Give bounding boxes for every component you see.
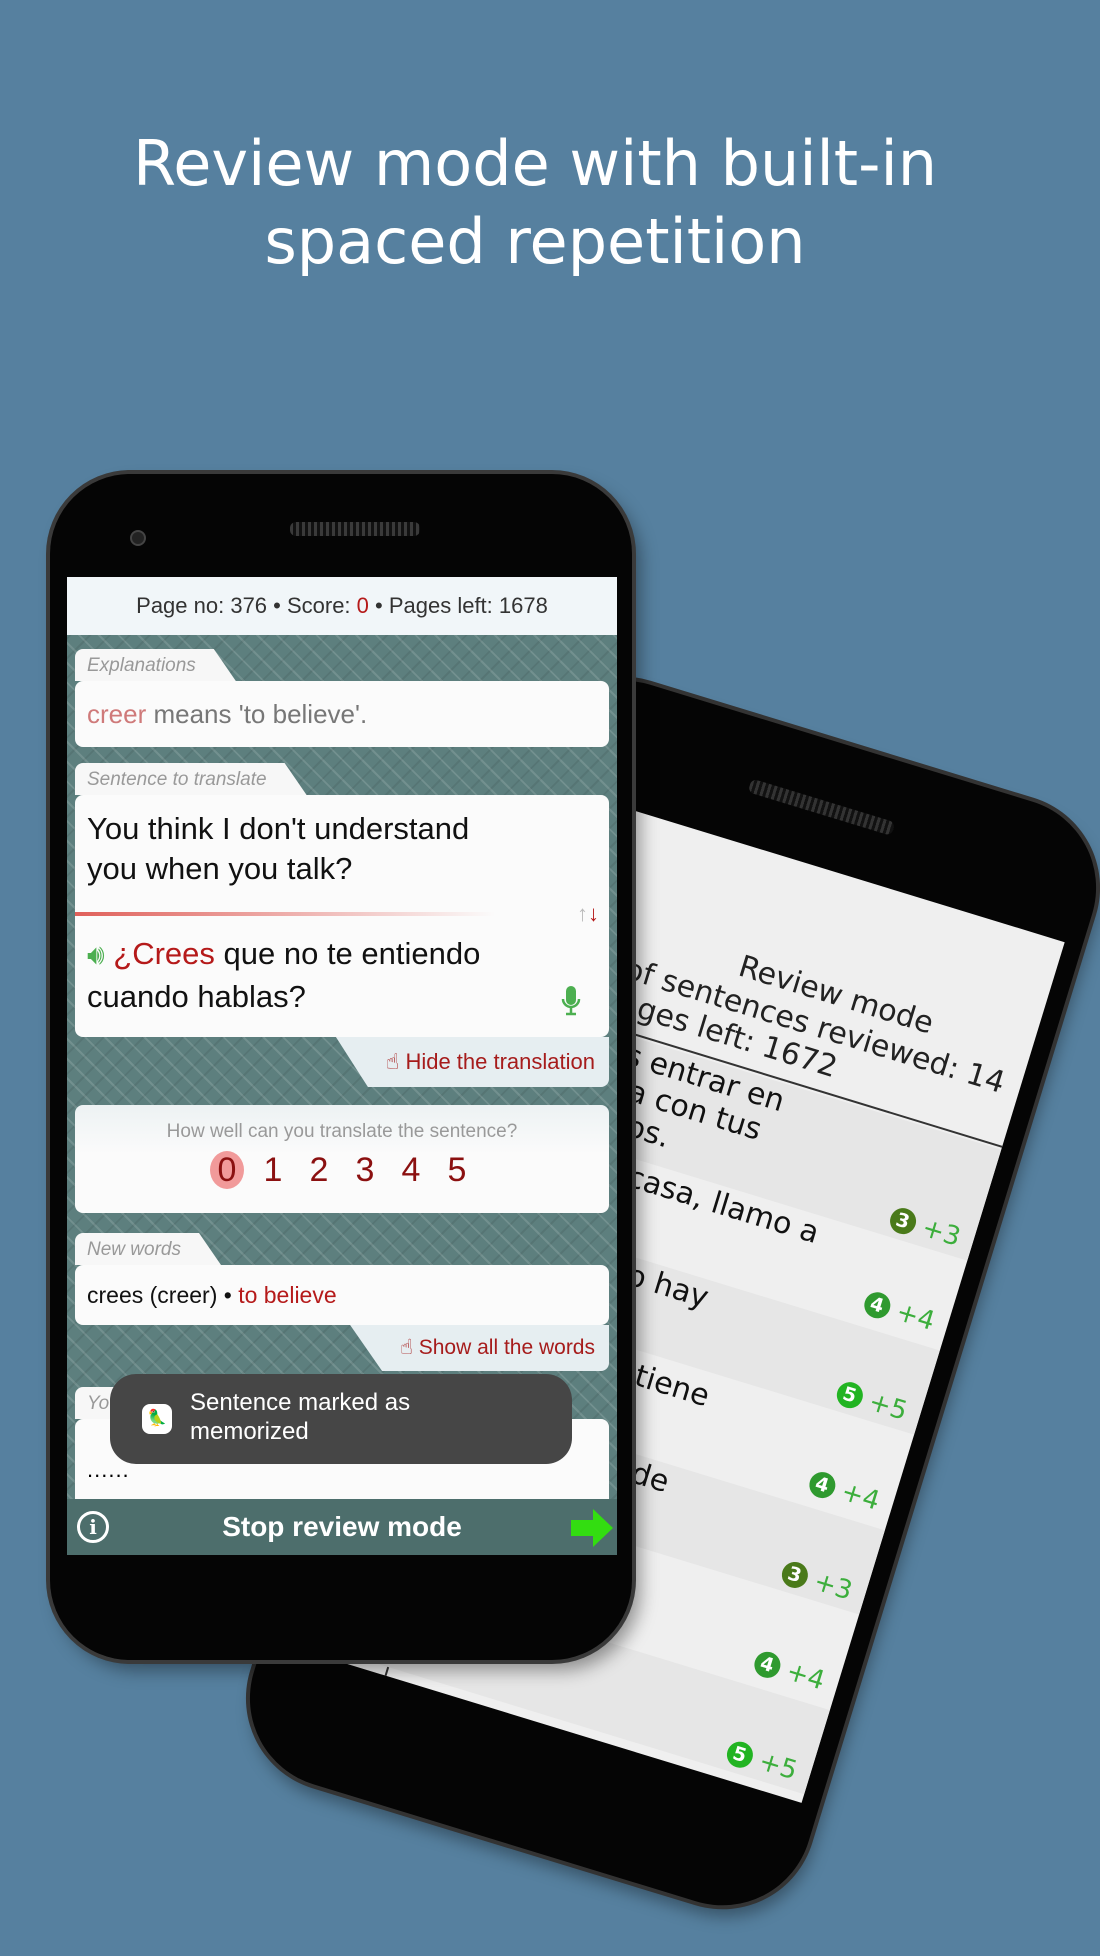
highlighted-word: ¿Crees: [113, 936, 215, 971]
bottom-bar: i Stop review mode: [67, 1499, 617, 1555]
hide-translation-label: Hide the translation: [405, 1049, 595, 1074]
new-word: crees (creer) •: [87, 1282, 239, 1308]
score-badge: 5: [833, 1378, 866, 1412]
sentence-card: You think I don't understand you when yo…: [75, 795, 609, 1037]
score-badge: 3: [778, 1558, 811, 1592]
headline-line-1: Review mode with built-in: [132, 127, 937, 200]
rating-option-0[interactable]: 0: [210, 1151, 244, 1189]
rating-question: How well can you translate the sentence?: [166, 1121, 518, 1142]
page-number: Page no: 376 • Score:: [136, 593, 357, 618]
explained-word: creer: [87, 699, 147, 729]
hand-pointer-icon: ☝︎: [385, 1049, 400, 1074]
english-sentence: You think I don't understand you when yo…: [87, 811, 470, 886]
score-value: 0: [356, 593, 369, 618]
sentence-tab: Sentence to translate: [75, 763, 307, 795]
headline: Review mode with built-in spaced repetit…: [0, 125, 1070, 281]
headline-line-2: spaced repetition: [264, 205, 806, 278]
pages-left: • Pages left: 1678: [368, 593, 548, 618]
points-earned: +5: [865, 1386, 911, 1427]
new-words-tab: New words: [75, 1233, 221, 1265]
camera: [130, 530, 146, 546]
speaker-grille: [290, 522, 420, 536]
new-word-meaning: to believe: [238, 1282, 337, 1308]
show-all-words-label: Show all the words: [418, 1336, 595, 1359]
score-badge: 4: [750, 1648, 784, 1681]
divider-line: [75, 912, 495, 916]
rating-option-1[interactable]: 1: [256, 1151, 290, 1189]
explanations-card: creer means 'to believe'.: [75, 681, 609, 747]
speaker-grille: [747, 778, 896, 836]
toast-notification: 🦜 Sentence marked as memorized: [110, 1374, 572, 1464]
score-badge: 4: [805, 1468, 839, 1502]
rating-option-3[interactable]: 3: [348, 1151, 382, 1189]
explanation-text: means 'to believe'.: [146, 699, 368, 729]
swap-arrows-icon[interactable]: ↑↓: [577, 901, 599, 927]
next-arrow-icon[interactable]: [571, 1509, 613, 1547]
score-badge: 4: [860, 1288, 894, 1322]
explanations-tab: Explanations: [75, 649, 236, 681]
points-earned: +3: [810, 1566, 856, 1607]
app-icon: 🦜: [142, 1404, 172, 1434]
score-badge: 3: [886, 1204, 919, 1238]
info-icon[interactable]: i: [77, 1511, 109, 1543]
microphone-icon[interactable]: [561, 985, 581, 1017]
new-words-card: crees (creer) • to believe: [75, 1265, 609, 1325]
stop-review-button[interactable]: Stop review mode: [222, 1511, 462, 1542]
hide-translation-button[interactable]: ☝︎ Hide the translation: [335, 1037, 609, 1087]
rating-option-2[interactable]: 2: [302, 1151, 336, 1189]
score-badge: 5: [723, 1738, 756, 1771]
app-screen: Page no: 376 • Score: 0 • Pages left: 16…: [67, 577, 617, 1555]
front-phone: Page no: 376 • Score: 0 • Pages left: 16…: [50, 474, 632, 1660]
points-earned: +3: [918, 1212, 964, 1253]
spanish-sentence: 🔊︎ ¿Crees que no te entiendo cuando habl…: [87, 933, 517, 1018]
rating-card: How well can you translate the sentence?…: [75, 1105, 609, 1213]
rating-option-4[interactable]: 4: [394, 1151, 428, 1189]
toast-message: Sentence marked as memorized: [190, 1389, 411, 1445]
speaker-icon[interactable]: 🔊︎: [87, 939, 105, 970]
points-earned: +5: [755, 1746, 801, 1787]
show-all-words-button[interactable]: ☝︎ Show all the words: [350, 1325, 609, 1371]
points-earned: +4: [892, 1296, 939, 1337]
points-earned: +4: [837, 1476, 884, 1517]
status-bar: Page no: 376 • Score: 0 • Pages left: 16…: [67, 577, 617, 635]
hand-pointer-icon: ☝︎: [400, 1336, 413, 1359]
rating-option-5[interactable]: 5: [440, 1151, 474, 1189]
points-earned: +4: [782, 1656, 829, 1697]
review-sentence: Podemos venir más rápido: [359, 1767, 751, 1803]
